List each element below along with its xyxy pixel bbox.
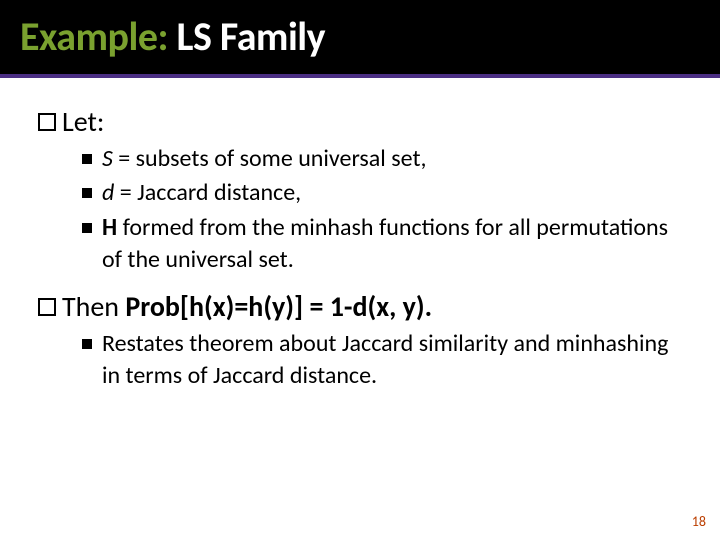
then-subitems: Restates theorem about Jaccard similarit… [82, 328, 682, 393]
list-item: Restates theorem about Jaccard similarit… [82, 328, 682, 393]
list-item-text: Restates theorem about Jaccard similarit… [102, 328, 682, 393]
list-item: H formed from the minhash functions for … [82, 212, 682, 277]
bullet-then: Then Prob[h(x)=h(y)] = 1-d(x, y). [38, 289, 682, 324]
list-item-text: d = Jaccard distance, [102, 177, 682, 209]
filled-square-icon [82, 188, 92, 198]
list-item: d = Jaccard distance, [82, 177, 682, 209]
title-accent: Example: [20, 12, 168, 61]
list-item-text: H formed from the minhash functions for … [102, 212, 682, 277]
title-bar: Example: LS Family [0, 0, 720, 78]
list-item: S = subsets of some universal set, [82, 143, 682, 175]
title-rest: LS Family [168, 12, 325, 61]
hollow-square-icon [38, 298, 56, 316]
hollow-square-icon [38, 113, 56, 131]
slide-content: Let: S = subsets of some universal set, … [0, 78, 720, 392]
bullet-then-text: Then Prob[h(x)=h(y)] = 1-d(x, y). [62, 289, 682, 324]
bullet-let-text: Let: [62, 104, 682, 139]
filled-square-icon [82, 154, 92, 164]
bullet-let: Let: [38, 104, 682, 139]
page-number: 18 [692, 513, 706, 530]
slide-title: Example: LS Family [20, 12, 700, 61]
filled-square-icon [82, 339, 92, 349]
list-item-text: S = subsets of some universal set, [102, 143, 682, 175]
filled-square-icon [82, 223, 92, 233]
let-subitems: S = subsets of some universal set, d = J… [82, 143, 682, 277]
